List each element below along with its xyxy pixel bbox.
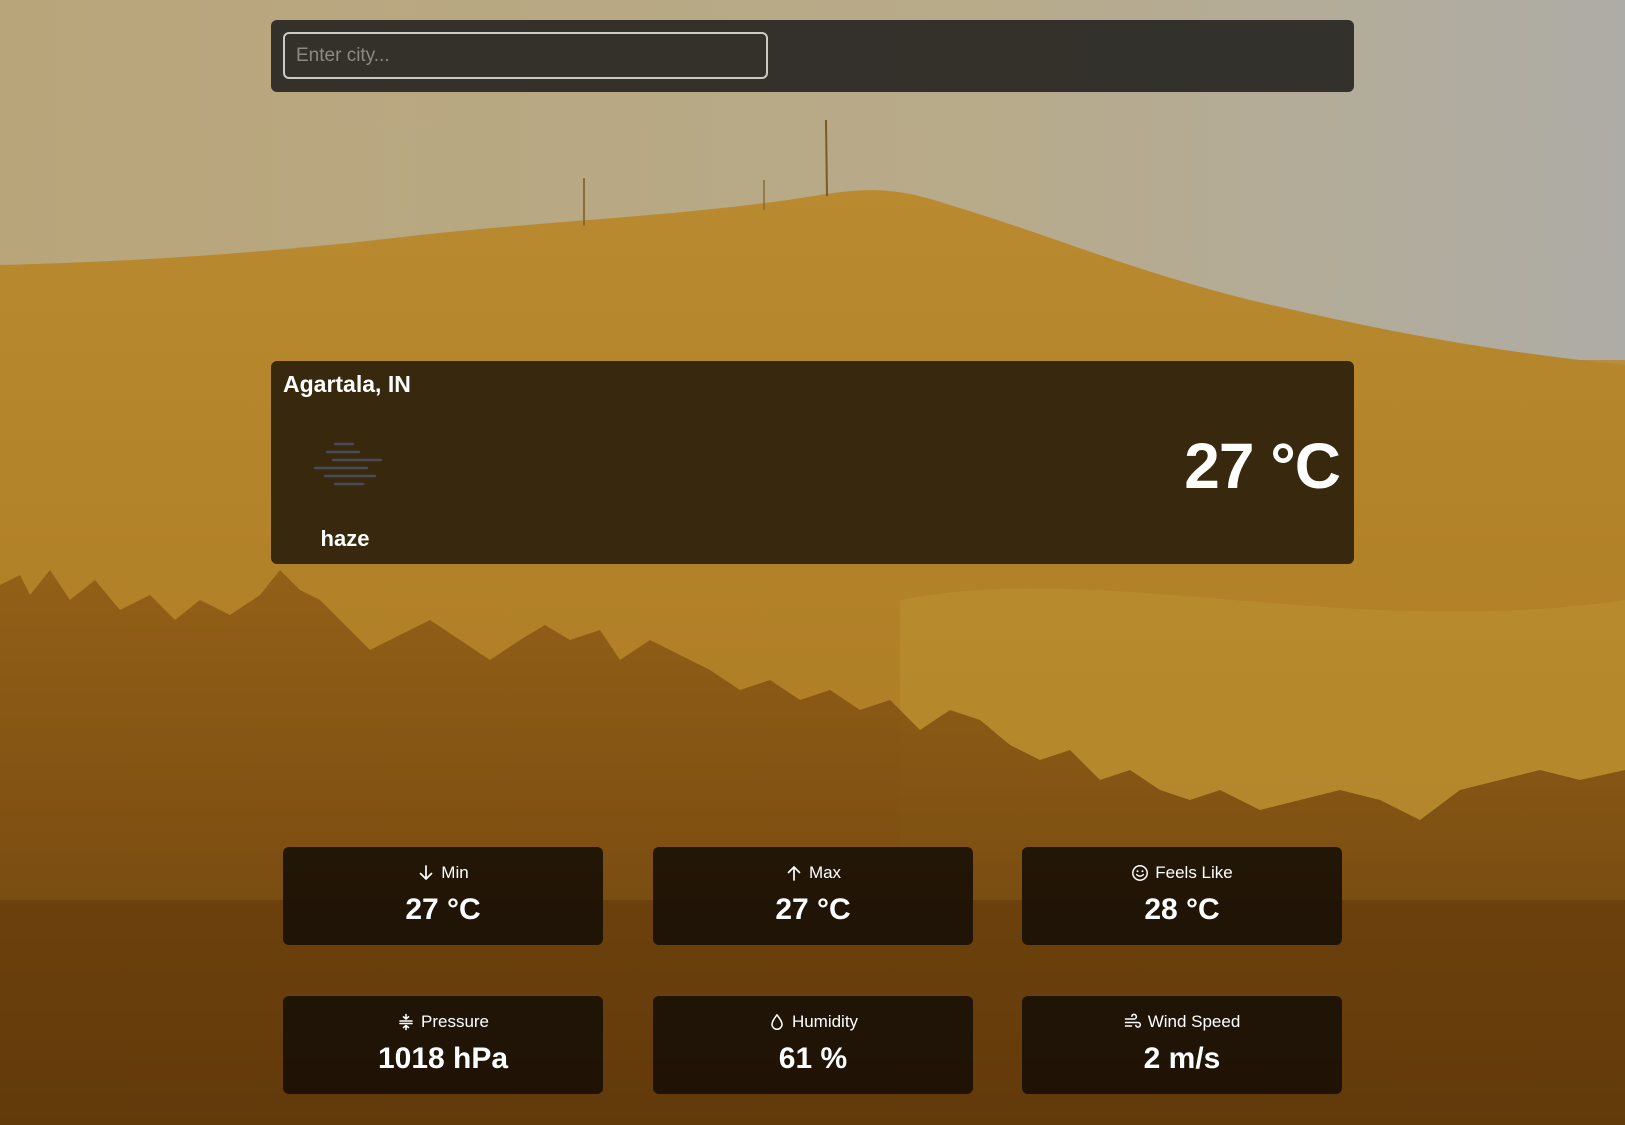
smiley-icon xyxy=(1132,865,1149,881)
weather-condition: haze xyxy=(320,526,370,551)
haze-icon xyxy=(313,442,383,486)
stat-card-feels-like: Feels Like 28 °C xyxy=(1022,847,1342,945)
stat-card-humidity: Humidity 61 % xyxy=(653,996,973,1094)
stat-card-max: Max 27 °C xyxy=(653,847,973,945)
stat-value-pressure: 1018 hPa xyxy=(377,1042,509,1075)
wind-icon xyxy=(1124,1013,1141,1028)
arrow-down-icon xyxy=(419,865,433,880)
stat-value-feels-like: 28 °C xyxy=(1144,893,1220,926)
stat-card-min: Min 27 °C xyxy=(283,847,603,945)
stat-label-max: Max xyxy=(808,863,842,882)
current-temperature: 27 °C xyxy=(1184,430,1341,502)
stat-card-pressure: Pressure 1018 hPa xyxy=(283,996,603,1094)
stat-value-humidity: 61 % xyxy=(778,1042,848,1075)
droplet-icon xyxy=(771,1014,783,1030)
stat-value-wind-speed: 2 m/s xyxy=(1143,1042,1221,1075)
stat-value-max: 27 °C xyxy=(775,893,851,926)
stat-label-min: Min xyxy=(441,863,469,882)
stat-label-feels-like: Feels Like xyxy=(1155,863,1233,882)
arrow-up-icon xyxy=(787,866,801,881)
search-bar xyxy=(271,20,1354,92)
stat-label-wind-speed: Wind Speed xyxy=(1147,1012,1241,1031)
current-weather-card: Agartala, IN haze 27 °C xyxy=(271,361,1354,564)
stat-value-min: 27 °C xyxy=(405,893,481,926)
stat-card-wind-speed: Wind Speed 2 m/s xyxy=(1022,996,1342,1094)
stat-label-humidity: Humidity xyxy=(791,1012,859,1031)
pressure-icon xyxy=(399,1013,413,1031)
city-search-input[interactable] xyxy=(283,32,768,79)
city-name: Agartala, IN xyxy=(283,371,411,397)
stat-label-pressure: Pressure xyxy=(420,1012,490,1031)
